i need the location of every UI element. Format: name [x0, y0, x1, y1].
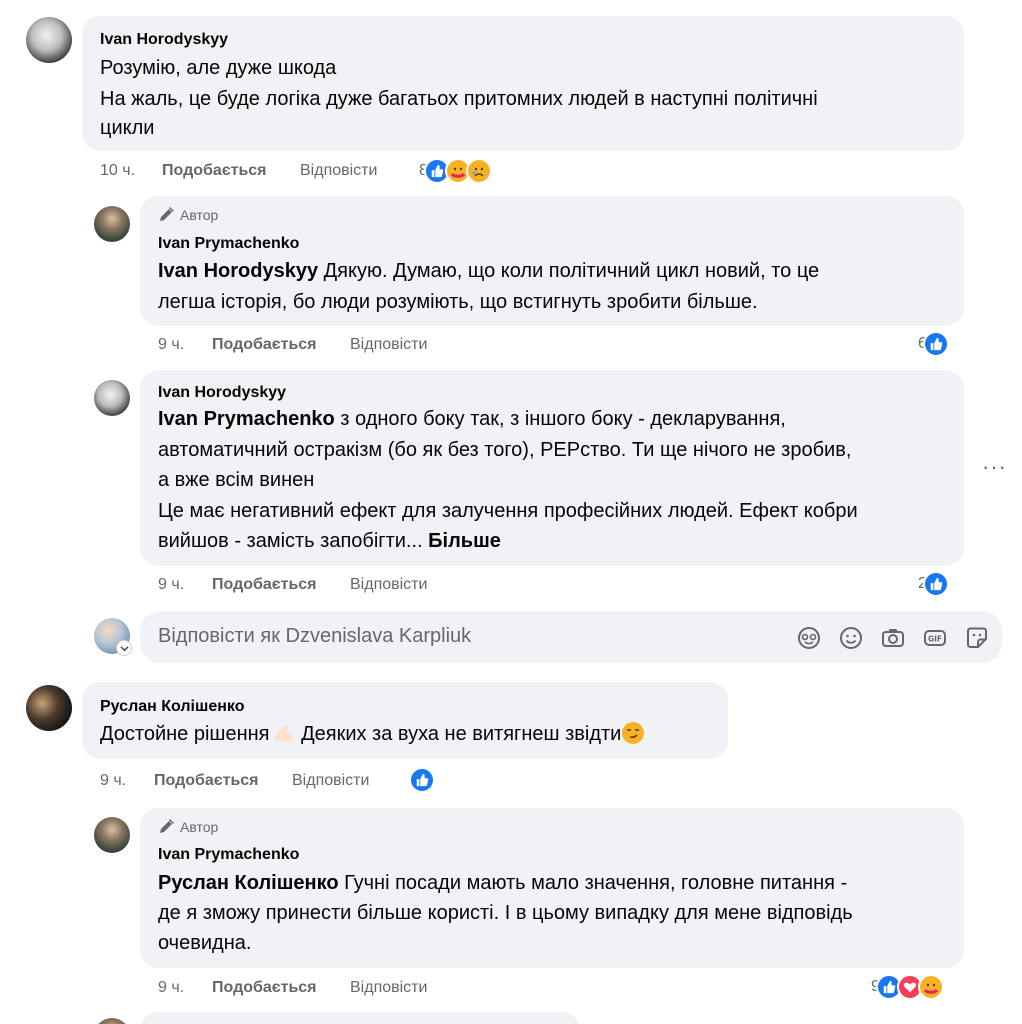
comment-time[interactable]: 9 ч. [158, 576, 184, 594]
reactions-summary[interactable]: 2 [918, 571, 949, 597]
like-icon [922, 571, 949, 597]
comment-text-line: цикли [100, 117, 155, 139]
comment-text-line: Це має негативний ефект для залучення пр… [158, 500, 858, 522]
comment-text-line: Достойне рішення Деяких за вуха не витяг… [100, 719, 645, 749]
comment-text-line: Розумію, але дуже шкода [100, 57, 337, 79]
avatar[interactable] [94, 380, 130, 416]
author-badge-label: Автор [180, 207, 219, 223]
comment-text-line: Ivan Horodyskyy Дякую. Думаю, що коли по… [158, 256, 819, 286]
mention-link[interactable]: Ivan Prymachenko [158, 408, 335, 430]
comment-text-line: вийшов - замість запобігти... Більше [158, 526, 501, 556]
care-icon [917, 974, 944, 1000]
author-badge-label: Автор [180, 819, 219, 835]
like-button[interactable]: Подобається [212, 979, 317, 997]
reactions-summary[interactable]: 9 [871, 974, 944, 1000]
reply-bubble [140, 1012, 580, 1024]
avatar[interactable] [26, 17, 72, 63]
smirk-emoji-icon [622, 722, 645, 744]
comment-text-line: Ivan Prymachenko з одного боку так, з ін… [158, 404, 786, 434]
comment-text-line: Руслан Колішенко Гучні посади мають мало… [158, 868, 847, 898]
avatar[interactable] [94, 1018, 130, 1024]
sad-icon [465, 158, 492, 184]
comment-text-line: легша історія, бо люди розуміють, що вст… [158, 291, 758, 313]
comment-text-line: а вже всім винен [158, 469, 315, 491]
pen-icon [160, 207, 174, 221]
avatar[interactable] [94, 206, 130, 242]
avatar[interactable] [94, 817, 130, 853]
avatar-menu-chevron[interactable] [116, 640, 132, 656]
like-button[interactable]: Подобається [212, 576, 317, 594]
emoji-icon[interactable] [838, 625, 864, 651]
pen-icon [160, 819, 174, 833]
more-options-icon[interactable]: ··· [982, 454, 1007, 480]
mention-link[interactable]: Руслан Колішенко [158, 872, 339, 894]
comment-author[interactable]: Ivan Horodyskyy [158, 384, 286, 402]
mention-link[interactable]: Ivan Horodyskyy [158, 260, 318, 282]
reply-button[interactable]: Відповісти [350, 576, 427, 594]
reactions-summary[interactable]: 8 [419, 158, 492, 184]
like-button[interactable]: Подобається [154, 772, 259, 790]
like-icon [922, 331, 949, 357]
like-icon [409, 767, 435, 793]
reply-button[interactable]: Відповісти [300, 162, 377, 180]
reactions-summary[interactable]: 6 [918, 331, 949, 357]
comment-text-line: очевидна. [158, 932, 252, 954]
comment-author[interactable]: Руслан Колішенко [100, 698, 244, 716]
comment-author[interactable]: Ivan Prymachenko [158, 235, 299, 253]
comment-author[interactable]: Ivan Horodyskyy [100, 31, 228, 49]
comment-text-part: Дякую. Думаю, що коли політичний цикл но… [318, 260, 820, 282]
flexed-biceps-icon [273, 726, 292, 742]
comment-text-line: де я зможу принести більше користі. І в … [158, 902, 853, 924]
avatar-sticker-icon[interactable] [796, 625, 822, 651]
comment-text-part: Деяких за вуха не витягнеш звідти [295, 723, 622, 745]
gif-icon[interactable]: GIF [922, 625, 948, 651]
comment-text-line: автоматичний остракізм (бо як без того),… [158, 439, 852, 461]
comment-time[interactable]: 9 ч. [100, 772, 126, 790]
reactions-summary[interactable] [409, 767, 435, 793]
avatar[interactable] [26, 685, 72, 731]
reply-input-placeholder: Відповісти як Dzvenislava Karpliuk [158, 625, 472, 647]
svg-text:GIF: GIF [928, 635, 942, 644]
comment-author[interactable]: Ivan Prymachenko [158, 846, 299, 864]
comment-time[interactable]: 10 ч. [100, 162, 135, 180]
comment-time[interactable]: 9 ч. [158, 336, 184, 354]
chevron-down-icon [119, 645, 129, 651]
like-button[interactable]: Подобається [212, 336, 317, 354]
comment-text-part: з одного боку так, з іншого боку - декла… [334, 408, 786, 430]
reply-button[interactable]: Відповісти [292, 772, 369, 790]
comment-time[interactable]: 9 ч. [158, 979, 184, 997]
comment-text-part: Достойне рішення [100, 723, 270, 745]
camera-icon[interactable] [880, 625, 906, 651]
like-button[interactable]: Подобається [162, 162, 267, 180]
see-more-link[interactable]: Більше [428, 530, 501, 552]
sticker-icon[interactable] [964, 625, 990, 651]
reply-button[interactable]: Відповісти [350, 979, 427, 997]
comment-text-line: На жаль, це буде логіка дуже багатьох пр… [100, 88, 818, 110]
comment-text-part: Гучні посади мають мало значення, головн… [338, 872, 848, 894]
reply-button[interactable]: Відповісти [350, 336, 427, 354]
author-badge: Автор [158, 207, 218, 223]
author-badge: Автор [158, 819, 218, 835]
comment-text-part: вийшов - замість запобігти... [158, 530, 423, 552]
